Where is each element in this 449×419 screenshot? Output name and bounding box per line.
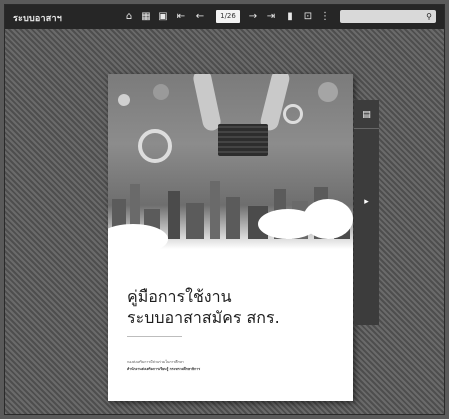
home-button[interactable]: ⌂ <box>122 9 136 25</box>
bookmark-button[interactable]: ▮ <box>283 9 297 25</box>
cover-subtitle-1: กองส่งเสริมการมีส่วนร่วมในการศึกษา <box>127 360 184 364</box>
more-icon: ⋮ <box>320 11 330 22</box>
expand-arrow-icon: ▸ <box>364 197 369 207</box>
last-page-button[interactable]: ⇥ <box>264 9 278 25</box>
cover-title: คู่มือการใช้งาน ระบบอาสาสมัคร สกร. <box>127 286 342 328</box>
fullscreen-button[interactable]: ⊡ <box>301 9 315 25</box>
bookmark-icon: ▮ <box>287 11 293 22</box>
cover-divider <box>127 336 182 337</box>
thumbnails-button[interactable]: ▦ <box>139 9 153 25</box>
laptop-illustration <box>218 124 268 156</box>
book-icon: ▣ <box>158 11 168 22</box>
search-icon[interactable]: ⚲ <box>424 11 434 22</box>
more-button[interactable]: ⋮ <box>318 9 332 25</box>
pages-icon: ▤ <box>362 110 371 120</box>
table-of-contents-button[interactable]: ▣ <box>156 9 170 25</box>
pages-panel-button[interactable]: ▤ <box>359 108 374 122</box>
next-page-button[interactable]: → <box>246 9 260 25</box>
last-page-icon: ⇥ <box>266 11 276 22</box>
first-page-icon: ⇤ <box>176 11 186 22</box>
search-box: ⚲ <box>340 10 436 23</box>
search-input[interactable] <box>344 11 420 22</box>
cover-title-line-2: ระบบอาสาสมัคร สกร. <box>127 308 280 327</box>
home-icon: ⌂ <box>125 11 133 22</box>
fullscreen-icon: ⊡ <box>303 11 313 22</box>
page-indicator[interactable]: 1/26 <box>216 10 240 23</box>
cover-photo <box>108 74 353 254</box>
side-divider <box>354 128 379 129</box>
prev-page-button[interactable]: ← <box>193 9 207 25</box>
side-panel-tab: ▤ ▸ <box>354 100 379 325</box>
cover-subtitle-2: สำนักงานส่งเสริมการเรียนรู้ กระทรวงศึกษา… <box>127 367 201 371</box>
book-cover-page[interactable]: คู่มือการใช้งาน ระบบอาสาสมัคร สกร. กองส่… <box>108 74 353 401</box>
first-page-button[interactable]: ⇤ <box>174 9 188 25</box>
grid-icon: ▦ <box>141 11 151 22</box>
cover-title-line-1: คู่มือการใช้งาน <box>127 287 232 306</box>
next-page-side-button[interactable]: ▸ <box>359 195 374 209</box>
prev-page-icon: ← <box>195 11 205 22</box>
app-title: ระบบอาสาฯ <box>13 14 62 24</box>
next-page-icon: → <box>248 11 258 22</box>
flipbook-viewer: ระบบอาสาฯ ⌂ ▦ ▣ ⇤ ← 1/26 → ⇥ ▮ ⊡ ⋮ ⚲ คู่… <box>4 4 445 415</box>
toolbar: ระบบอาสาฯ ⌂ ▦ ▣ ⇤ ← 1/26 → ⇥ ▮ ⊡ ⋮ ⚲ <box>5 5 444 29</box>
city-skyline <box>108 169 353 254</box>
